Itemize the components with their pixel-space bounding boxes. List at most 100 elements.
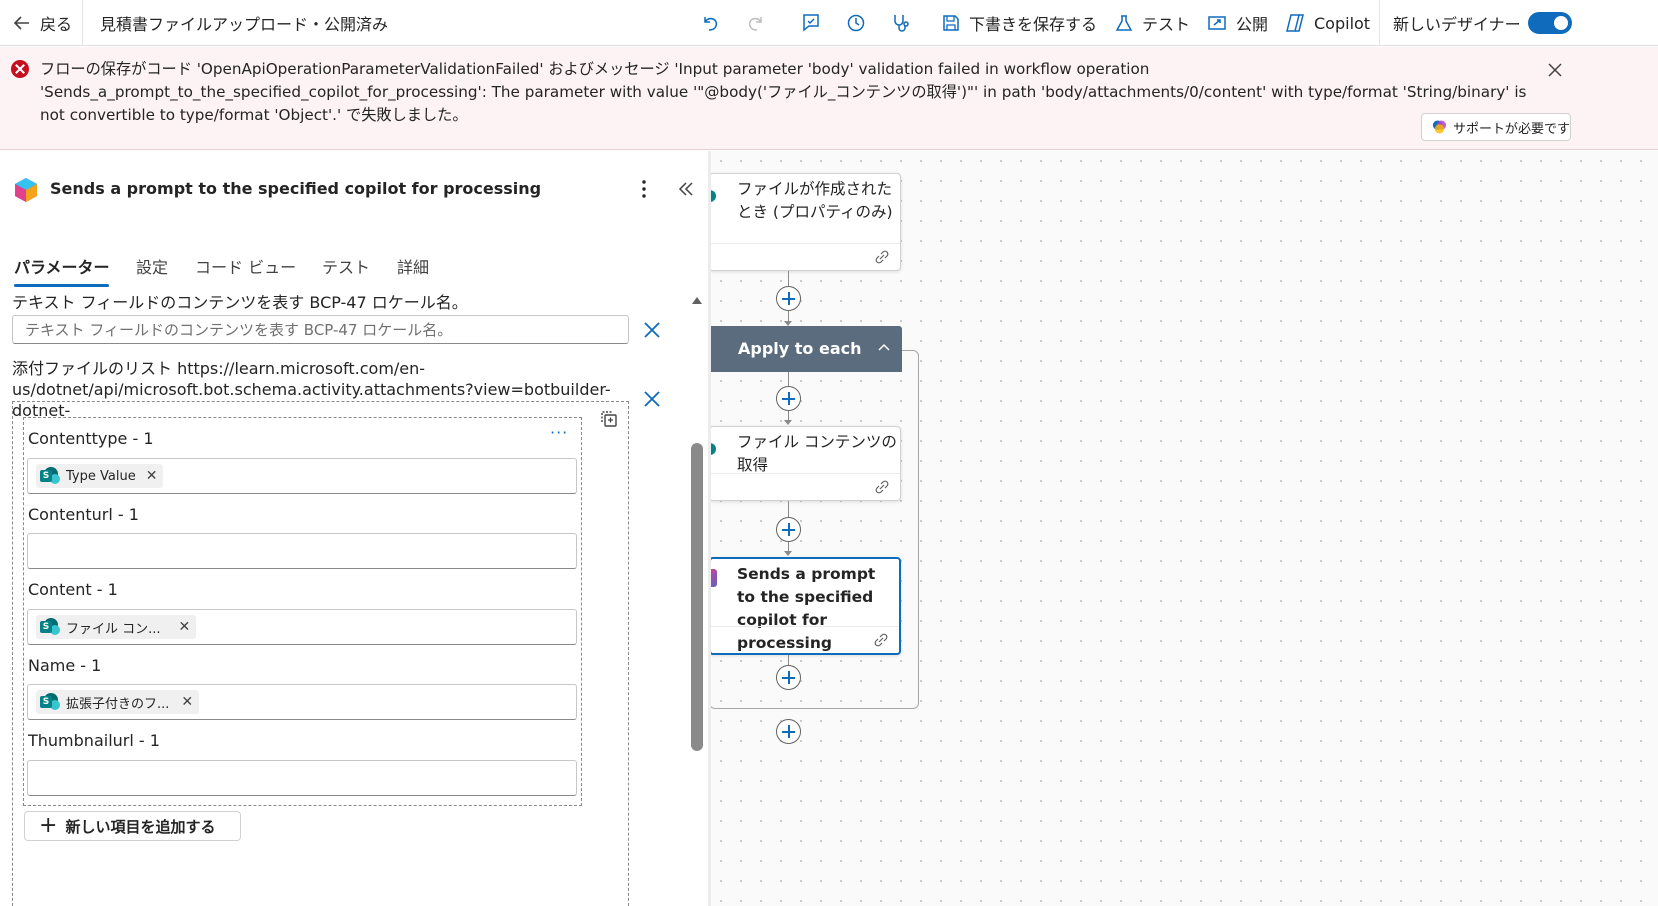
collapse-panel-icon[interactable] <box>676 179 696 199</box>
connector-line <box>788 311 789 321</box>
send-prompt-copilot-card[interactable]: Sends a prompt to the specified copilot … <box>711 557 901 655</box>
redo-icon <box>748 17 762 31</box>
arrow-head <box>784 551 792 556</box>
sharepoint-icon: S <box>40 467 60 485</box>
top-toolbar: 戻る 見積書ファイルアップロード・公開済み 下書きを保存する テスト 公開 Co… <box>0 0 1658 46</box>
tab-test[interactable]: テスト <box>322 254 370 278</box>
tab-parameters[interactable]: パラメーター <box>14 254 110 278</box>
connector-line <box>788 501 789 517</box>
undo-icon <box>704 17 718 31</box>
new-designer-label: 新しいデザイナー <box>1393 15 1521 34</box>
sharepoint-icon: S <box>40 618 60 636</box>
save-draft-button[interactable]: 下書きを保存する <box>941 0 1097 46</box>
insert-step-button[interactable] <box>776 286 801 311</box>
clear-locale-icon[interactable] <box>643 321 661 339</box>
error-message: フローの保存がコード 'OpenApiOperationParameterVal… <box>40 60 1527 124</box>
version-history-button[interactable] <box>845 0 867 46</box>
publish-icon <box>1208 16 1226 30</box>
back-button[interactable]: 戻る <box>12 0 72 46</box>
tab-settings[interactable]: 設定 <box>136 254 168 278</box>
loop-title: Apply to each <box>738 339 862 358</box>
get-file-content-title: ファイル コンテンツの取得 <box>737 433 897 474</box>
arrow-left-icon <box>13 16 29 30</box>
save-draft-label: 下書きを保存する <box>969 15 1098 34</box>
undo-button[interactable] <box>700 0 720 46</box>
trigger-card[interactable]: ファイルが作成されたとき (プロパティのみ) <box>711 173 901 271</box>
new-designer-toggle[interactable] <box>1528 12 1572 34</box>
connector-line <box>788 372 789 386</box>
action-details-panel: Sends a prompt to the specified copilot … <box>0 151 708 906</box>
active-tab-indicator <box>14 284 109 287</box>
card-footer <box>711 473 900 500</box>
plus-icon: + <box>39 813 58 838</box>
content-label: Content - 1 <box>28 580 118 599</box>
contenturl-input[interactable] <box>27 533 577 569</box>
item-more-options-button[interactable]: ··· <box>550 423 568 442</box>
insert-step-button[interactable] <box>776 719 801 744</box>
beaker-icon <box>1115 15 1133 31</box>
flow-checker-button[interactable] <box>800 0 822 46</box>
sharepoint-icon <box>711 443 716 455</box>
card-footer <box>711 626 899 653</box>
chevron-up-icon[interactable] <box>877 341 891 355</box>
link-icon <box>875 480 889 494</box>
publish-button[interactable]: 公開 <box>1206 0 1268 46</box>
connector-line <box>788 411 789 420</box>
remove-token-icon[interactable]: ✕ <box>146 468 158 484</box>
insert-step-button[interactable] <box>776 665 801 690</box>
more-vertical-icon[interactable] <box>636 178 652 200</box>
connector-line <box>788 271 789 286</box>
apply-to-each-container <box>711 350 919 709</box>
remove-token-icon[interactable]: ✕ <box>179 619 191 635</box>
health-check-button[interactable] <box>890 0 912 46</box>
publish-label: 公開 <box>1236 15 1269 34</box>
apply-to-each-header[interactable]: Apply to each <box>711 326 902 372</box>
link-icon <box>874 633 888 647</box>
insert-step-button[interactable] <box>776 386 801 411</box>
thumbnailurl-input[interactable] <box>27 760 577 796</box>
scroll-up-arrow[interactable] <box>692 297 702 304</box>
dynamic-content-token[interactable]: S 拡張子付きのフ... ✕ <box>36 690 200 714</box>
copilot-button[interactable]: Copilot <box>1284 0 1370 46</box>
token-label: 拡張子付きのフ... <box>66 696 170 712</box>
support-label: サポートが必要です <box>1452 121 1570 137</box>
panel-title: Sends a prompt to the specified copilot … <box>50 179 542 198</box>
locale-field-label: テキスト フィールドのコンテンツを表す BCP-47 ロケール名。 <box>12 293 468 312</box>
scrollbar-thumb[interactable] <box>691 443 703 751</box>
tab-details[interactable]: 詳細 <box>397 254 429 278</box>
thumbnailurl-label: Thumbnailurl - 1 <box>28 731 160 750</box>
arrow-head <box>784 420 792 425</box>
close-icon[interactable] <box>1546 61 1564 79</box>
divider <box>1379 0 1380 46</box>
comment-check-icon <box>803 14 819 32</box>
add-new-item-button[interactable]: + 新しい項目を追加する <box>24 811 241 841</box>
card-footer <box>711 243 900 270</box>
get-file-content-card[interactable]: ファイル コンテンツの取得 <box>711 426 901 501</box>
tab-code-view[interactable]: コード ビュー <box>195 254 296 278</box>
link-icon <box>875 250 889 264</box>
test-button[interactable]: テスト <box>1114 0 1190 46</box>
copilot-studio-icon <box>711 569 717 587</box>
error-icon <box>11 60 29 78</box>
flow-canvas[interactable]: ファイルが作成されたとき (プロパティのみ) Apply to each ファイ… <box>711 151 1658 906</box>
sharepoint-icon <box>711 190 716 202</box>
insert-step-button[interactable] <box>776 517 801 542</box>
support-button[interactable]: サポートが必要です <box>1421 113 1571 141</box>
trigger-card-title: ファイルが作成されたとき (プロパティのみ) <box>737 180 893 221</box>
token-label: ファイル コン... <box>66 621 161 637</box>
content-input[interactable]: S ファイル コン... ✕ <box>27 609 577 645</box>
remove-token-icon[interactable]: ✕ <box>181 694 193 710</box>
clear-attachments-icon[interactable] <box>643 390 661 408</box>
copilot-studio-logo-icon <box>15 178 37 202</box>
test-label: テスト <box>1142 15 1191 34</box>
save-icon <box>943 15 959 31</box>
dynamic-content-token[interactable]: S ファイル コン... ✕ <box>36 615 197 639</box>
contenttype-input[interactable]: S Type Value ✕ <box>27 458 577 494</box>
redo-button[interactable] <box>746 0 766 46</box>
locale-input[interactable]: テキスト フィールドのコンテンツを表す BCP-47 ロケール名。 <box>12 315 629 344</box>
switch-to-text-mode-icon[interactable] <box>599 409 619 429</box>
copilot-icon <box>1286 14 1304 32</box>
name-input[interactable]: S 拡張子付きのフ... ✕ <box>27 684 577 720</box>
stethoscope-icon <box>894 15 909 32</box>
dynamic-content-token[interactable]: S Type Value ✕ <box>36 464 164 488</box>
